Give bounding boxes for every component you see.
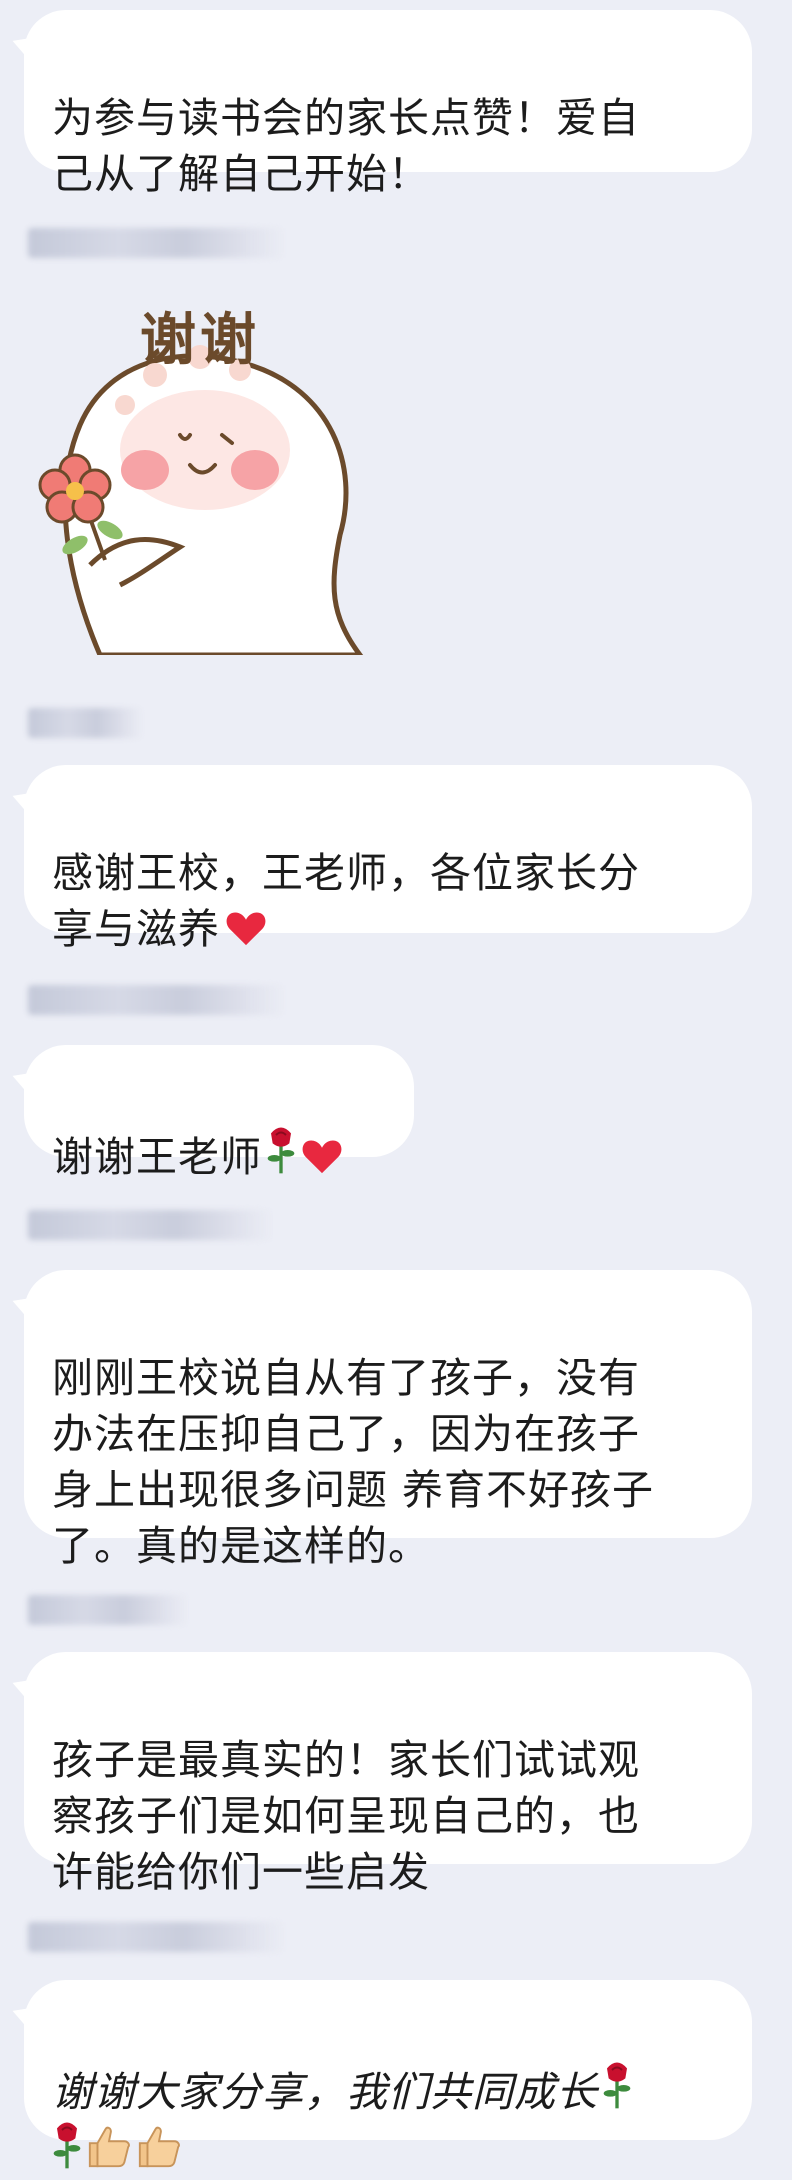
sender-name-blurred (28, 985, 286, 1015)
sender-name-blurred (28, 1595, 188, 1625)
message-text: 谢谢王老师 (52, 1133, 262, 1181)
message-bubble[interactable]: 谢谢王老师 (24, 1045, 414, 1181)
message-bubble[interactable]: 感谢王校，王老师，各位家长分 享与滋养 (24, 765, 752, 953)
message-text: 为参与读书会的家长点赞！爱自 己从了解自己开始！ (52, 94, 640, 198)
sender-name-blurred (28, 708, 143, 738)
message-text: 感谢王校，王老师，各位家长分 享与滋养 (52, 849, 640, 953)
sticker-caption: 谢谢 (140, 308, 260, 373)
red-heart-icon (226, 912, 266, 946)
message-text: 孩子是最真实的！家长们试试观 察孩子们是如何呈现自己的，也 许能给你们一些启发 (52, 1736, 640, 1896)
message-bubble[interactable]: 刚刚王校说自从有了孩子，没有 办法在压抑自己了，因为在孩子 身上出现很多问题 养… (24, 1270, 752, 1570)
message-bubble[interactable]: 谢谢大家分享，我们共同成长 (24, 1980, 752, 2169)
sender-name-blurred (28, 1922, 286, 1952)
rose-icon (53, 2122, 81, 2169)
message-text: 谢谢大家分享，我们共同成长 (52, 2068, 598, 2116)
rose-icon (267, 1127, 295, 1174)
sender-name-blurred (28, 228, 286, 258)
thumbs-up-icon (138, 2126, 180, 2168)
rose-icon (603, 2062, 631, 2109)
message-bubble[interactable]: 为参与读书会的家长点赞！爱自 己从了解自己开始！ (24, 10, 752, 198)
message-text: 刚刚王校说自从有了孩子，没有 办法在压抑自己了，因为在孩子 身上出现很多问题 养… (52, 1354, 655, 1570)
message-bubble[interactable]: 孩子是最真实的！家长们试试观 察孩子们是如何呈现自己的，也 许能给你们一些启发 (24, 1652, 752, 1896)
thumbs-up-icon (88, 2126, 130, 2168)
red-heart-icon (302, 1140, 342, 1174)
sender-name-blurred (28, 1210, 273, 1240)
